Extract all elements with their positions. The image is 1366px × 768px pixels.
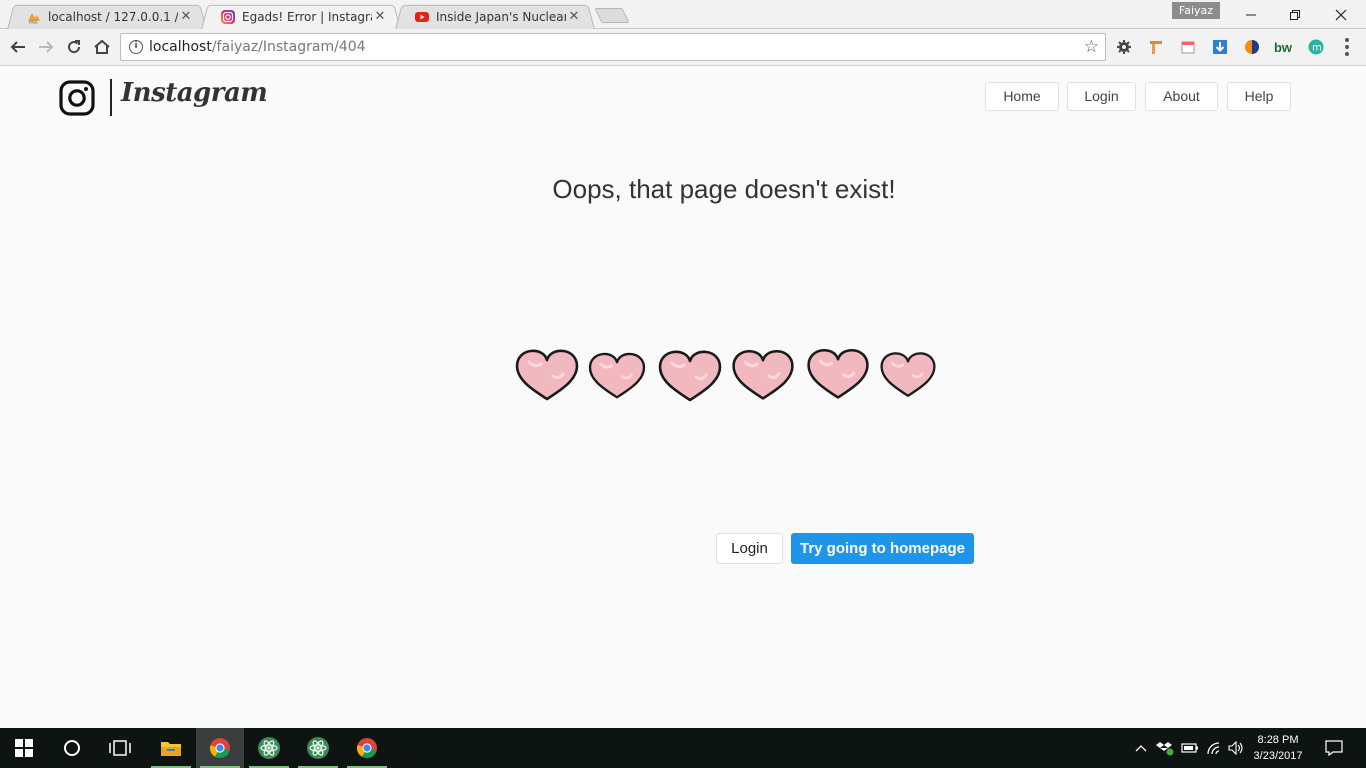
- nav-help-button[interactable]: Help: [1227, 82, 1291, 111]
- extension-calendar-icon[interactable]: [1179, 38, 1197, 56]
- extension-bw-icon[interactable]: bw: [1274, 38, 1292, 56]
- gear-icon[interactable]: [1115, 38, 1133, 56]
- taskbar-clock[interactable]: 8:28 PM 3/23/2017: [1246, 732, 1310, 764]
- instagram-logo-icon[interactable]: [59, 80, 95, 116]
- extension-circle-icon[interactable]: [1243, 38, 1261, 56]
- download-icon[interactable]: [1211, 38, 1229, 56]
- heart-icon: [732, 350, 794, 400]
- browser-tab-strip: PMA localhost / 127.0.0.1 / ins ✕ Egads!…: [0, 0, 1366, 31]
- browser-tab[interactable]: PMA localhost / 127.0.0.1 / ins ✕: [7, 3, 207, 31]
- battery-icon[interactable]: [1179, 728, 1201, 768]
- chrome-icon[interactable]: [196, 728, 244, 768]
- heart-icon: [588, 352, 646, 399]
- volume-icon[interactable]: [1226, 728, 1246, 768]
- browser-menu-icon[interactable]: [1344, 38, 1350, 56]
- browser-tab[interactable]: Inside Japan's Nuclear M ✕: [395, 3, 595, 31]
- tab-title: localhost / 127.0.0.1 / ins: [48, 9, 178, 24]
- chevron-up-icon[interactable]: [1132, 728, 1150, 768]
- atom-icon[interactable]: [294, 728, 342, 768]
- restore-icon[interactable]: [1272, 0, 1318, 29]
- info-icon[interactable]: i: [129, 40, 143, 54]
- back-icon[interactable]: [7, 36, 29, 58]
- action-center-icon[interactable]: [1320, 728, 1348, 768]
- phpmyadmin-icon: PMA: [28, 12, 40, 25]
- new-tab-button[interactable]: [594, 8, 630, 23]
- heart-icon: [807, 349, 869, 399]
- login-button[interactable]: Login: [716, 533, 783, 564]
- homepage-button[interactable]: Try going to homepage: [791, 533, 974, 564]
- windows-taskbar: 8:28 PM 3/23/2017: [0, 728, 1366, 768]
- profile-name[interactable]: Faiyaz: [1172, 2, 1220, 19]
- instagram-icon: [221, 9, 235, 24]
- clock-date: 3/23/2017: [1253, 750, 1303, 762]
- forward-icon[interactable]: [35, 36, 57, 58]
- heart-icon: [658, 350, 722, 402]
- nav-login-button[interactable]: Login: [1067, 82, 1136, 111]
- instagram-wordmark[interactable]: Instagram: [121, 78, 268, 108]
- svg-text:m: m: [1312, 43, 1322, 54]
- cortana-icon[interactable]: [48, 728, 96, 768]
- wifi-icon[interactable]: [1204, 728, 1224, 768]
- bookmark-star-icon[interactable]: ☆: [1084, 37, 1099, 57]
- browser-toolbar: i localhost/faiyaz/Instagram/404 ☆ bw m: [0, 29, 1366, 66]
- error-headline: Oops, that page doesn't exist!: [552, 174, 896, 204]
- address-url[interactable]: localhost/faiyaz/Instagram/404: [149, 39, 366, 55]
- extension-m-icon[interactable]: m: [1307, 38, 1325, 56]
- tab-close-icon[interactable]: ✕: [372, 9, 388, 24]
- browser-tab-active[interactable]: Egads! Error | Instagram ✕: [201, 3, 401, 31]
- clock-time: 8:28 PM: [1257, 734, 1299, 746]
- heart-icon: [880, 352, 936, 397]
- tab-title: Inside Japan's Nuclear M: [436, 9, 566, 24]
- nav-about-button[interactable]: About: [1145, 82, 1218, 111]
- extension-tag-icon[interactable]: [1147, 38, 1165, 56]
- page-body: Instagram Home Login About Help Oops, th…: [0, 66, 1366, 728]
- task-view-icon[interactable]: [96, 728, 144, 768]
- minimize-icon[interactable]: [1228, 0, 1274, 29]
- tab-close-icon[interactable]: ✕: [566, 9, 582, 24]
- tab-close-icon[interactable]: ✕: [178, 9, 194, 24]
- tab-title: Egads! Error | Instagram: [242, 9, 372, 24]
- logo-divider: [110, 79, 112, 116]
- home-icon[interactable]: [91, 36, 113, 58]
- reload-icon[interactable]: [63, 36, 85, 58]
- youtube-icon: [415, 11, 429, 22]
- windows-start-icon[interactable]: [0, 728, 48, 768]
- nav-home-button[interactable]: Home: [985, 82, 1059, 111]
- file-explorer-icon[interactable]: [147, 728, 195, 768]
- chrome-icon[interactable]: [343, 728, 391, 768]
- svg-text:PMA: PMA: [29, 20, 38, 25]
- address-bar[interactable]: i localhost/faiyaz/Instagram/404 ☆: [120, 33, 1106, 61]
- atom-icon[interactable]: [245, 728, 293, 768]
- heart-icon: [515, 349, 579, 401]
- dropbox-icon[interactable]: [1154, 728, 1176, 768]
- close-window-icon[interactable]: [1318, 0, 1364, 29]
- hearts-illustration: [515, 349, 936, 402]
